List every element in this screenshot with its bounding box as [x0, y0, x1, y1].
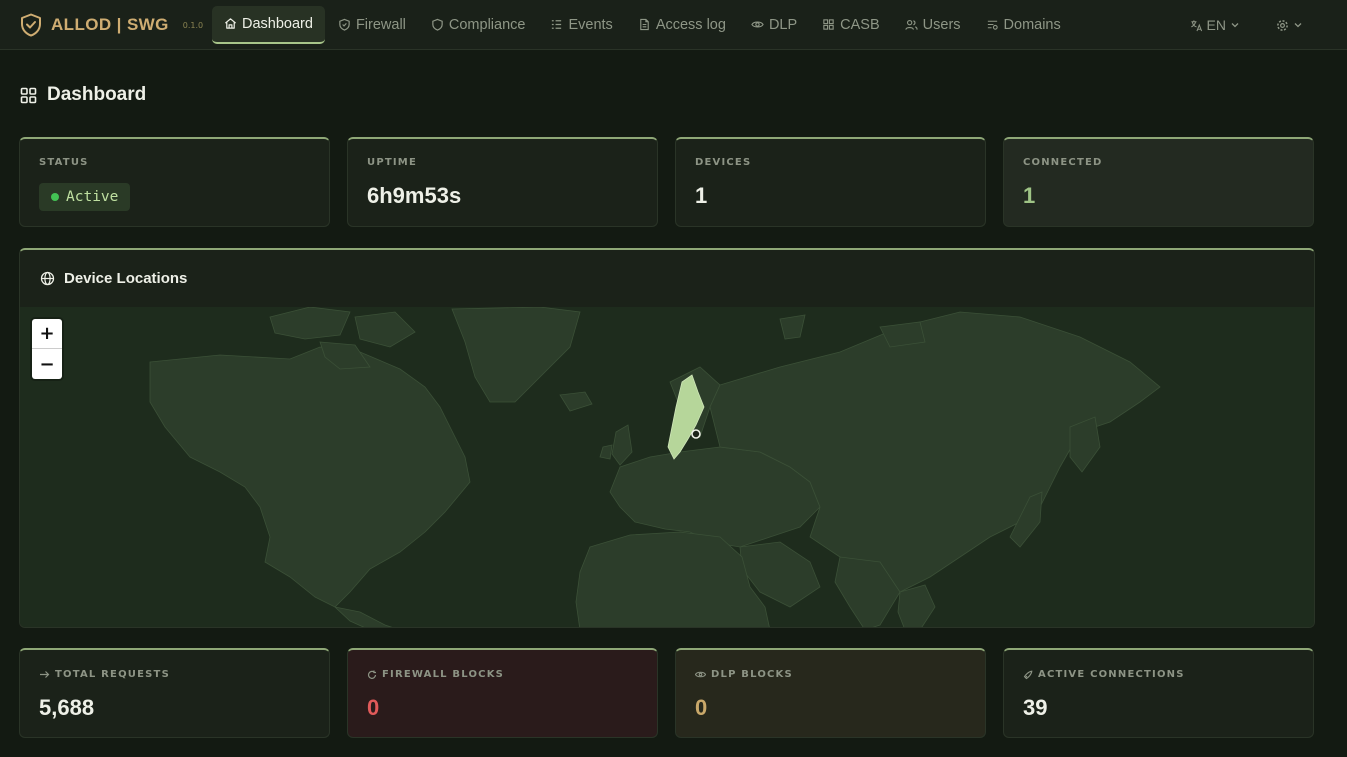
status-label: STATUS [39, 157, 89, 168]
language-label: EN [1206, 17, 1226, 33]
list-icon [552, 20, 562, 29]
world-map-graphic [149, 307, 1161, 627]
nav-item-firewall[interactable]: Firewall [326, 6, 418, 44]
status-badge: Active [39, 183, 131, 211]
gear-icon [1277, 19, 1288, 31]
eye-icon [751, 21, 764, 28]
nav-item-label: DLP [768, 16, 798, 33]
app-version: 0.1.0 [182, 21, 204, 30]
world-map[interactable]: + − [20, 307, 1314, 627]
devices-value: 1 [695, 183, 708, 208]
firewall-blocks-card: FIREWALL BLOCKS 0 [347, 648, 658, 738]
device-locations-panel: Device Locations + − [19, 248, 1315, 628]
file-icon [640, 18, 649, 31]
nav-item-dlp[interactable]: DLP [739, 6, 809, 44]
nav-item-label: Domains [1003, 16, 1061, 33]
connected-card: CONNECTED 1 [1003, 137, 1314, 227]
firewall-blocks-label: FIREWALL BLOCKS [367, 669, 504, 680]
nav-item-label: Access log [655, 16, 726, 33]
arrow-right-icon [40, 671, 50, 678]
nav-item-dashboard[interactable]: Dashboard [212, 5, 325, 44]
map-zoom-controls: + − [32, 319, 62, 379]
nav-item-label: Users [922, 16, 961, 33]
total-requests-value: 5,688 [39, 695, 95, 720]
nav-item-compliance[interactable]: Compliance [419, 6, 538, 44]
nav-item-label: Firewall [355, 16, 406, 33]
dlp-blocks-card: DLP BLOCKS 0 [675, 648, 986, 738]
nav-item-label: CASB [840, 16, 880, 33]
map-header: Device Locations [20, 250, 1314, 307]
rocket-icon [1023, 670, 1033, 679]
status-dot-icon [51, 193, 59, 201]
uptime-value: 6h9m53s [367, 183, 462, 208]
nav-right-controls: EN [1190, 0, 1307, 50]
total-requests-label: TOTAL REQUESTS [39, 669, 170, 680]
chevron-down-icon [1231, 23, 1239, 28]
main-nav: Dashboard Firewall Compliance Events Acc… [212, 0, 1074, 50]
page-title-text: Dashboard [47, 84, 147, 105]
nav-item-casb[interactable]: CASB [810, 6, 892, 44]
total-requests-card: TOTAL REQUESTS 5,688 [19, 648, 330, 738]
grid-icon [823, 19, 834, 30]
refresh-icon [367, 670, 377, 679]
nav-item-label: Events [568, 16, 613, 33]
home-icon [225, 18, 236, 29]
settings-menu[interactable] [1276, 19, 1307, 32]
devices-label: DEVICES [695, 157, 752, 168]
nav-item-domains[interactable]: Domains [974, 6, 1073, 44]
status-value: Active [66, 189, 119, 205]
domains-icon [987, 20, 998, 30]
status-card: STATUS Active [19, 137, 330, 227]
chevron-down-icon [1294, 23, 1302, 28]
shield-check-icon [21, 13, 41, 36]
zoom-in-button[interactable]: + [32, 319, 62, 349]
nav-item-users[interactable]: Users [893, 6, 973, 44]
firewall-blocks-value: 0 [367, 695, 380, 720]
nav-item-access-log[interactable]: Access log [626, 6, 738, 44]
connected-value: 1 [1023, 183, 1036, 208]
page-title: Dashboard [20, 84, 146, 106]
brand[interactable]: ALLOD | SWG 0.1.0 [20, 13, 212, 37]
eye-icon [695, 671, 706, 678]
map-title: Device Locations [64, 270, 188, 287]
active-connections-value: 39 [1023, 695, 1048, 720]
shield-icon [339, 18, 350, 31]
zoom-out-button[interactable]: − [32, 349, 62, 379]
uptime-card: UPTIME 6h9m53s [347, 137, 658, 227]
shield-outline-icon [432, 18, 443, 31]
uptime-label: UPTIME [367, 157, 417, 168]
device-location-marker [691, 429, 701, 439]
dashboard-grid-icon [20, 87, 37, 103]
top-navigation-bar: ALLOD | SWG 0.1.0 Dashboard Firewall Com… [0, 0, 1347, 50]
translate-icon [1190, 19, 1202, 31]
language-selector[interactable]: EN [1190, 17, 1244, 33]
nav-item-events[interactable]: Events [538, 6, 624, 44]
users-icon [905, 19, 918, 30]
globe-icon [40, 271, 55, 286]
nav-item-label: Dashboard [242, 15, 313, 32]
active-connections-card: ACTIVE CONNECTIONS 39 [1003, 648, 1314, 738]
app-name: ALLOD | SWG [51, 14, 169, 34]
connected-label: CONNECTED [1023, 157, 1103, 168]
dlp-blocks-value: 0 [695, 695, 708, 720]
active-connections-label: ACTIVE CONNECTIONS [1023, 669, 1185, 680]
dlp-blocks-label: DLP BLOCKS [695, 669, 793, 680]
devices-card: DEVICES 1 [675, 137, 986, 227]
nav-item-label: Compliance [448, 16, 526, 33]
